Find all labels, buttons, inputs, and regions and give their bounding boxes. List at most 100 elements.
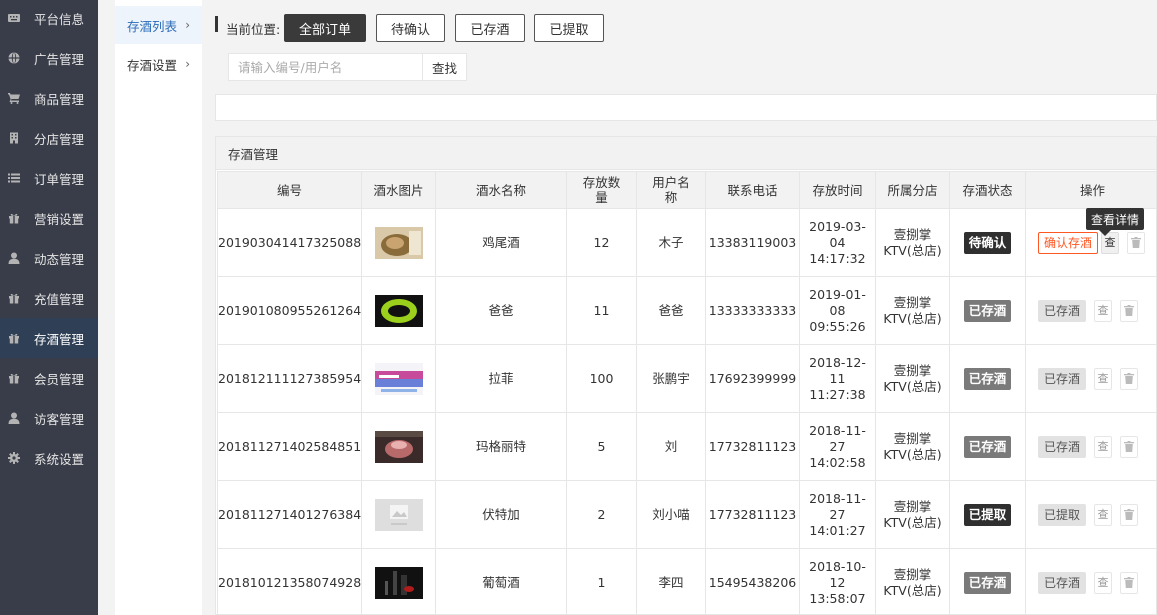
status-action-button[interactable]: 已存酒 [1038,571,1087,594]
status-action-button[interactable]: 已存酒 [1038,435,1087,458]
search-button[interactable]: 查找 [422,53,467,81]
column-header: 存放时间 [799,171,876,209]
gift-icon [7,291,21,305]
user-name: 刘小喵 [652,506,690,522]
cell-id: 201901080955261264 [217,276,362,345]
phone-number: 17732811123 [708,506,797,522]
sidebar-item-label: 营销设置 [34,211,85,227]
delete-button[interactable] [1120,435,1139,458]
branch-name: 壹捌掌 [893,362,932,378]
cell-image [361,276,436,345]
view-details-button[interactable]: 查 [1094,571,1113,594]
delete-button[interactable] [1120,503,1139,526]
quantity: 12 [593,234,610,250]
sidebar-item-label: 会员管理 [34,371,85,387]
cell-actions: 已存酒查 [1025,548,1156,614]
delete-button[interactable] [1120,367,1139,390]
cell-qty: 100 [566,344,637,413]
filter-pending-button[interactable]: 待确认 [376,14,445,42]
trash-icon [1124,577,1135,588]
filter-withdrawn-button[interactable]: 已提取 [534,14,604,42]
column-header: 酒水图片 [361,171,436,209]
sidebar-item-label: 存酒管理 [34,331,85,347]
cell-phone: 17732811123 [705,480,800,549]
phone-number: 17692399999 [708,370,797,386]
user-name: 李四 [658,574,684,590]
time-date: 2019-01- [809,286,866,302]
filter-all-orders-button[interactable]: 全部订单 [284,14,366,42]
order-id: 201901080955261264 [218,302,362,318]
sidebar-item-label: 平台信息 [34,11,85,27]
search-input[interactable] [228,53,423,81]
main-sidebar: 平台信息广告管理 商品管理 分店管理 订单管理营销设置动态管理 充值管理存酒管理会员管理… [0,0,98,615]
sidebar-item-6[interactable]: 动态管理 [0,238,98,278]
sidebar-item-4[interactable]: 订单管理 [0,158,98,198]
cell-time: 2018-10- 12 13:58:07 [799,548,876,614]
view-details-button[interactable]: 查 [1094,435,1113,458]
delete-button[interactable] [1120,299,1139,322]
subnav-item-0[interactable]: 存酒列表 › [115,6,202,44]
cell-id: 201811271402584851 [217,412,362,481]
branch-type: KTV(总店) [883,378,942,394]
gift-icon [7,331,21,345]
sidebar-item-3[interactable]: 分店管理 [0,118,98,158]
cell-user: 张鹏宇 [636,344,706,413]
status-action-button[interactable]: 已存酒 [1038,299,1087,322]
cell-image [361,344,436,413]
status-badge: 已存酒 [963,299,1012,322]
filter-stored-button[interactable]: 已存酒 [455,14,525,42]
sidebar-item-9[interactable]: 会员管理 [0,358,98,398]
branch-name: 壹捌掌 [893,226,932,242]
sidebar-item-10[interactable]: 访客管理 [0,398,98,438]
sidebar-item-2[interactable]: 商品管理 [0,78,98,118]
sidebar-item-1[interactable]: 广告管理 [0,38,98,78]
wine-name: 鸡尾酒 [482,234,520,250]
cell-name: 葡萄酒 [435,548,567,614]
cell-phone: 13383119003 [705,208,800,277]
empty-toolbar [215,94,1157,121]
view-details-button[interactable]: 查 [1094,299,1113,322]
table-row: 201811271402584851 玛格丽特 5 刘 17732811123 2018-… [217,412,1156,481]
view-details-button[interactable]: 查 [1094,367,1113,390]
building-icon [7,131,21,145]
cell-actions: 已提取查 [1025,480,1156,549]
column-header: 编号 [217,171,362,209]
view-details-button[interactable]: 查 [1094,503,1113,526]
cell-qty: 11 [566,276,637,345]
cell-actions: 已存酒查 [1025,344,1156,413]
sidebar-item-5[interactable]: 营销设置 [0,198,98,238]
status-badge: 已存酒 [963,571,1012,594]
status-badge: 已存酒 [963,367,1012,390]
sidebar-item-label: 访客管理 [34,411,85,427]
column-header: 存酒状态 [949,171,1026,209]
breadcrumb-marker [215,16,218,32]
delete-button[interactable] [1120,571,1139,594]
sidebar-item-7[interactable]: 充值管理 [0,278,98,318]
cell-user: 李四 [636,548,706,614]
delete-button[interactable] [1127,231,1146,254]
sidebar-item-11[interactable]: 系统设置 [0,438,98,478]
cell-status: 已存酒 [949,548,1026,614]
cell-qty: 1 [566,548,637,614]
cell-qty: 5 [566,412,637,481]
cell-phone: 17692399999 [705,344,800,413]
user-name: 张鹏宇 [652,370,690,386]
trash-icon [1124,509,1135,520]
cell-branch: 壹捌掌 KTV(总店) [875,276,950,345]
branch-type: KTV(总店) [883,582,942,598]
column-header: 存放数量 [566,171,637,209]
status-action-button[interactable]: 已提取 [1038,503,1087,526]
cell-branch: 壹捌掌 KTV(总店) [875,548,950,614]
wine-glass-photo [374,430,423,463]
branch-name: 壹捌掌 [893,294,932,310]
branch-name: 壹捌掌 [893,430,932,446]
sidebar-item-0[interactable]: 平台信息 [0,0,98,38]
subnav-item-1[interactable]: 存酒设置 › [115,45,202,83]
user-icon [7,251,21,265]
table-row: 201903041417325088 鸡尾酒 12 木子 13383119003 2019… [217,208,1156,277]
sidebar-item-8[interactable]: 存酒管理 [0,318,98,358]
status-action-button[interactable]: 已存酒 [1038,367,1087,390]
time-clock: 14:01:27 [809,522,866,538]
panel-title: 存酒管理 [216,137,1156,170]
confirm-storage-button[interactable]: 确认存酒 [1038,231,1099,254]
